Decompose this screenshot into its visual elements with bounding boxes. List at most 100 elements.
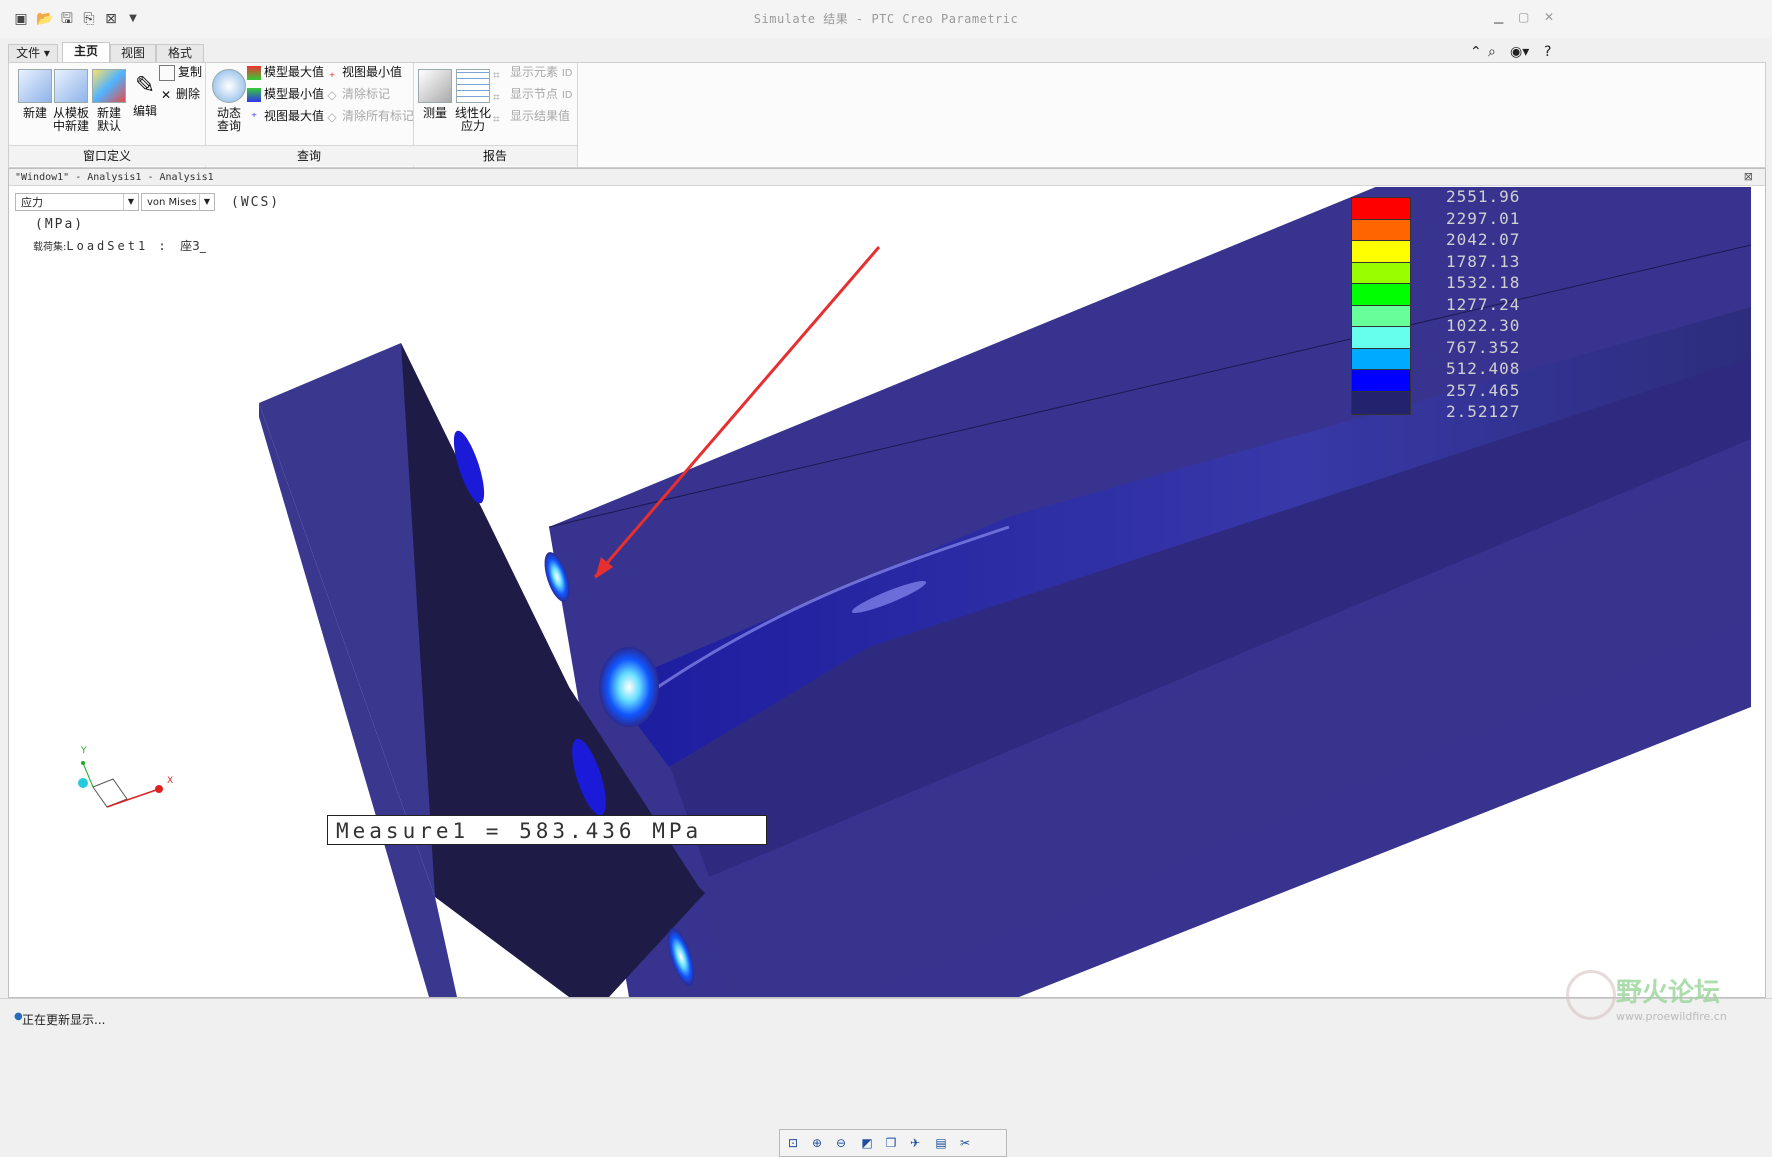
ribbon: 新建 从模板 中新建 新建 默认 ✎ 编辑 复制 ✕ 删除 窗口定义 动态 查询 模型最大… [8,62,1766,168]
color-legend: 2551.96 2297.01 2042.07 1787.13 1532.18 1277.… [1351,187,1551,441]
legend-color-band [1351,390,1411,415]
legend-value: 2297.01 [1446,208,1521,228]
show-result-value-button[interactable]: ⌗ 显示结果值 [493,107,570,126]
repaint-icon[interactable]: ◩ [858,1134,876,1152]
legend-color-band [1351,304,1411,329]
view-min-button[interactable]: ₊ 视图最小值 [325,63,402,81]
axis-y-label: Y [80,746,87,756]
legend-value: 1787.13 [1446,251,1521,271]
legend-color-band [1351,261,1411,286]
model-min-icon [247,87,261,102]
chevron-down-icon: ▼ [199,194,214,210]
collapse-ribbon-icon[interactable]: ⌃ [1470,44,1482,60]
legend-color-band [1351,240,1411,264]
eraser-icon: ◇ [327,87,337,102]
quantity-select[interactable]: 应力 ▼ [15,193,139,211]
model-max-button[interactable]: 模型最大值 [247,63,324,81]
legend-value: 1532.18 [1446,273,1521,292]
saved-orientations-icon[interactable]: ✈ [906,1134,924,1152]
watermark-url: www.proewildfire.cn [1616,1010,1727,1023]
delete-button[interactable]: ✕ 删除 [159,85,200,103]
loadset-info: 载荷集:LoadSet1 : 座3_ [33,239,206,253]
search-icon[interactable]: ⌕ [1488,44,1496,60]
template-icon [54,69,88,103]
table-icon [456,69,490,103]
copy-icon [159,64,175,81]
graphics-window[interactable]: "Window1" - Analysis1 - Analysis1 ⊠ X Y … [8,168,1766,1157]
measure-label[interactable]: Measure1 = 583.436 MPa [327,815,767,845]
clear-mark-button[interactable]: ◇ 清除标记 [325,85,390,103]
legend-color-band [1351,347,1411,372]
show-element-id-button[interactable]: ⌗ 显示元素 ID [493,63,573,82]
tab-home[interactable]: 主页 [62,42,110,62]
element-icon: ⌗ [493,67,500,82]
zoom-in-icon[interactable]: ⊕ [808,1134,826,1152]
component-select[interactable]: von Mises ▼ [141,193,215,211]
pencil-icon: ✎ [134,71,156,99]
ruler-icon [418,69,452,103]
legend-color-band [1351,197,1411,221]
view-min-icon: ₊ [328,65,336,80]
wcs-label: (WCS) [231,195,281,210]
legend-value: 2551.96 [1446,187,1521,206]
graphics-window-title: "Window1" - Analysis1 - Analysis1 [9,169,1765,186]
axis-x-label: X [167,776,173,786]
tab-file[interactable]: 文件 ▾ [8,44,58,62]
legend-value: 767.352 [1446,337,1521,357]
view-max-button[interactable]: ⁺ 视图最大值 [247,107,324,125]
status-text: 正在更新显示... [22,1013,106,1027]
chevron-down-icon: ▼ [123,194,138,210]
legend-color-band [1351,283,1411,307]
copy-button[interactable]: 复制 [159,63,202,81]
minimize-button[interactable]: ▁ [1494,10,1503,24]
group-query: 查询 [205,145,413,166]
forum-logo-icon [1566,970,1616,1020]
group-separator [577,63,578,167]
result-value-icon: ⌗ [493,111,500,126]
close-button[interactable]: ✕ [1544,10,1554,24]
title-bar: ▣ 📂 🖫 ⎘ ⊠ ▼ Simulate 结果 - PTC Creo Param… [0,0,1772,39]
display-style-icon[interactable]: ❐ [882,1134,900,1152]
group-window-definition: 窗口定义 [9,145,205,166]
refit-icon[interactable]: ⊡ [784,1134,802,1152]
delete-icon: ✕ [160,87,172,102]
stress-hotspot [599,647,659,727]
coordinate-triad [78,761,163,808]
legend-value: 257.465 [1446,380,1521,400]
view-manager-icon[interactable]: ▤ [932,1134,950,1152]
legend-color-band [1351,218,1411,243]
status-bar: ● 正在更新显示... [0,998,1772,1041]
forum-watermark: 野火论坛 www.proewildfire.cn [1560,970,1772,1040]
tab-format[interactable]: 格式 [156,44,204,62]
maximize-button[interactable]: ▢ [1518,10,1529,24]
group-report: 报告 [413,145,577,166]
dynamic-query-button[interactable]: 动态 查询 [207,69,251,133]
watermark-title: 野火论坛 [1616,978,1721,1008]
legend-color-band [1351,369,1411,393]
window-title: Simulate 结果 - PTC Creo Parametric [753,12,1019,26]
show-node-id-button[interactable]: ⌗ 显示节点 ID [493,85,573,104]
units-label: (MPa) [35,217,85,232]
spin-center-icon[interactable]: ✂ [956,1134,974,1152]
help-icon[interactable]: ? [1544,44,1551,60]
legend-color-band [1351,326,1411,350]
zoom-out-icon[interactable]: ⊖ [832,1134,850,1152]
legend-value: 2042.07 [1446,230,1521,249]
tab-view[interactable]: 视图 [110,44,156,62]
default-window-icon [92,69,126,103]
legend-value: 512.408 [1446,359,1521,378]
clear-all-marks-button[interactable]: ◇ 清除所有标记 [325,107,414,125]
close-window-icon[interactable]: ⊠ [1744,170,1753,183]
ribbon-tabs: 文件 ▾ 主页 视图 格式 ⌃ ⌕ ◉▾ ? [0,38,1772,62]
community-icon[interactable]: ◉▾ [1510,44,1529,60]
node-icon: ⌗ [493,89,500,104]
dynamic-query-icon [212,69,246,103]
view-max-icon: ⁺ [250,109,258,124]
new-result-window-icon [18,69,52,103]
model-min-button[interactable]: 模型最小值 [247,85,324,103]
view-toolbar: ⊡ ⊕ ⊖ ◩ ❐ ✈ ▤ ✂ [779,1129,1007,1157]
linearized-stress-button[interactable]: 线性化 应力 [451,69,495,133]
model-max-icon [247,65,261,80]
eraser-all-icon: ◇ [327,109,337,124]
legend-value: 1022.30 [1446,316,1521,335]
